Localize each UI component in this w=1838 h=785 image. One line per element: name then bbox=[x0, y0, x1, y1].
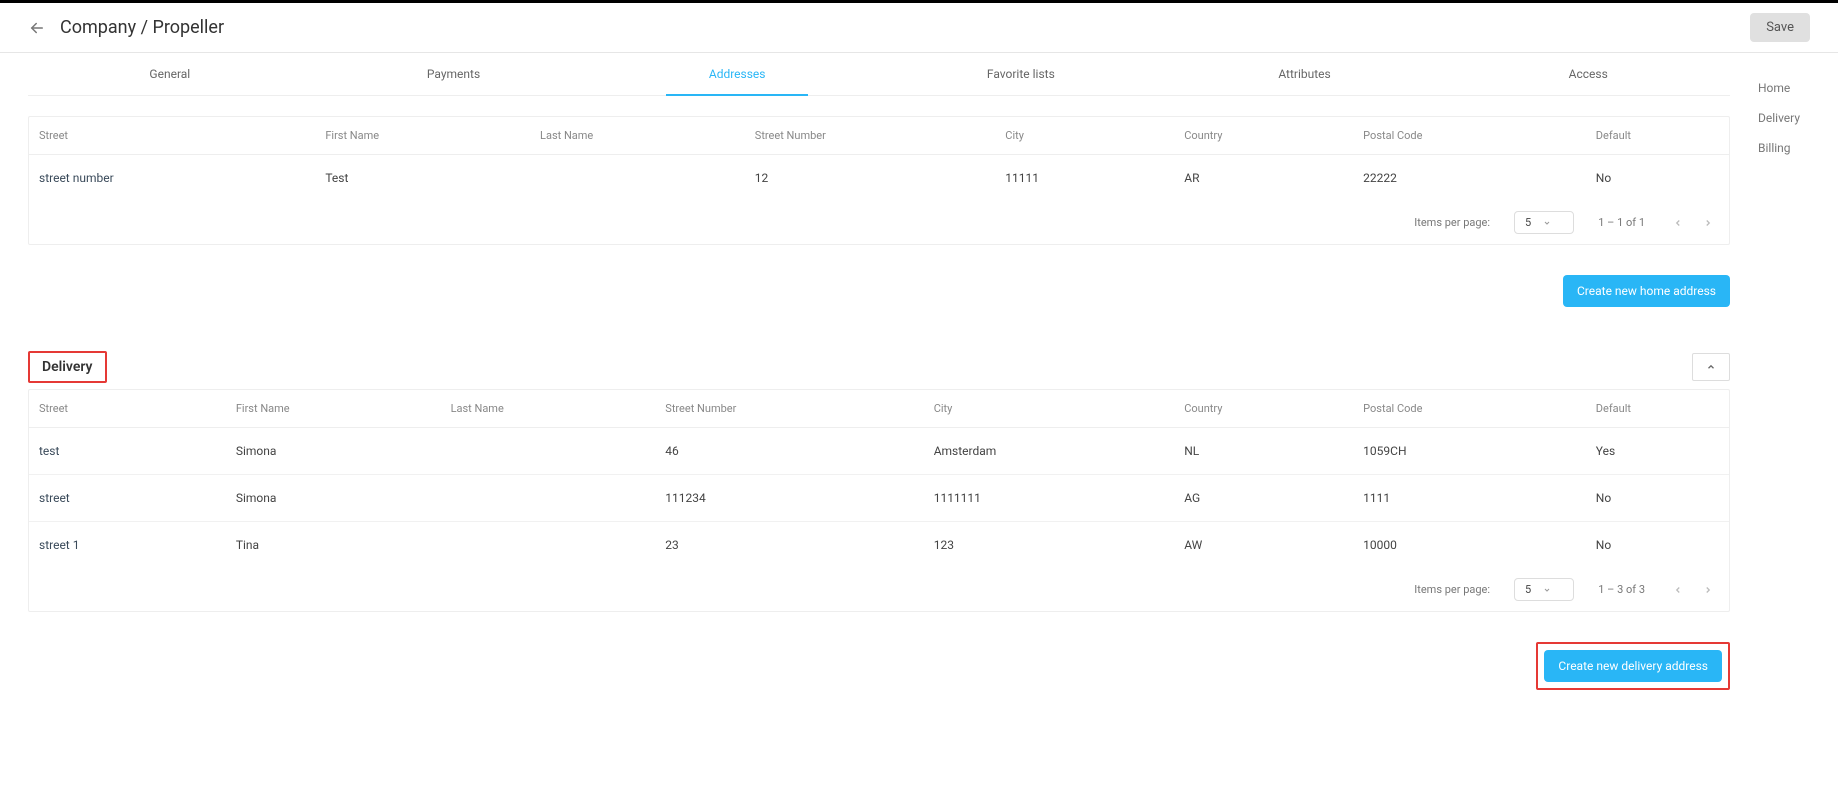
col-country: Country bbox=[1174, 117, 1353, 155]
create-home-address-button[interactable]: Create new home address bbox=[1563, 275, 1730, 307]
tab-addresses[interactable]: Addresses bbox=[595, 53, 879, 95]
items-per-page-label: Items per page: bbox=[1414, 583, 1490, 596]
side-nav-home[interactable]: Home bbox=[1758, 73, 1838, 103]
items-per-page-label: Items per page: bbox=[1414, 216, 1490, 229]
table-row[interactable]: street number Test 12 11111 AR 22222 No bbox=[29, 155, 1729, 202]
create-delivery-address-button[interactable]: Create new delivery address bbox=[1544, 650, 1722, 682]
tab-general[interactable]: General bbox=[28, 53, 312, 95]
col-first-name: First Name bbox=[315, 117, 530, 155]
next-page-button[interactable] bbox=[1699, 214, 1717, 232]
delivery-address-table: Street First Name Last Name Street Numbe… bbox=[29, 390, 1729, 568]
chevron-up-icon bbox=[1706, 362, 1716, 372]
table-row[interactable]: street Simona 111234 1111111 AG 1111 No bbox=[29, 475, 1729, 522]
col-default: Default bbox=[1586, 390, 1729, 428]
side-nav-billing[interactable]: Billing bbox=[1758, 133, 1838, 163]
items-per-page-select[interactable]: 5 bbox=[1514, 211, 1574, 234]
col-street: Street bbox=[29, 390, 226, 428]
col-first-name: First Name bbox=[226, 390, 441, 428]
home-address-card: Street First Name Last Name Street Numbe… bbox=[28, 116, 1730, 245]
tab-payments[interactable]: Payments bbox=[312, 53, 596, 95]
side-nav-delivery[interactable]: Delivery bbox=[1758, 103, 1838, 133]
tab-favorite-lists[interactable]: Favorite lists bbox=[879, 53, 1163, 95]
delivery-section-header: Delivery bbox=[28, 337, 1730, 389]
col-default: Default bbox=[1586, 117, 1729, 155]
table-row[interactable]: test Simona 46 Amsterdam NL 1059CH Yes bbox=[29, 428, 1729, 475]
page-title: Company / Propeller bbox=[60, 17, 224, 38]
col-last-name: Last Name bbox=[530, 117, 745, 155]
side-nav: Home Delivery Billing bbox=[1758, 53, 1838, 730]
home-table-footer: Items per page: 5 1 – 1 of 1 bbox=[29, 201, 1729, 244]
tabs-bar: General Payments Addresses Favorite list… bbox=[28, 53, 1730, 96]
tab-attributes[interactable]: Attributes bbox=[1163, 53, 1447, 95]
delivery-section-title: Delivery bbox=[28, 351, 107, 383]
table-row[interactable]: street 1 Tina 23 123 AW 10000 No bbox=[29, 522, 1729, 569]
col-postal-code: Postal Code bbox=[1353, 117, 1586, 155]
prev-page-button[interactable] bbox=[1669, 214, 1687, 232]
col-street: Street bbox=[29, 117, 315, 155]
tab-access[interactable]: Access bbox=[1446, 53, 1730, 95]
pager-range: 1 – 3 of 3 bbox=[1598, 583, 1645, 596]
col-postal-code: Postal Code bbox=[1353, 390, 1586, 428]
col-street-number: Street Number bbox=[745, 117, 996, 155]
col-city: City bbox=[995, 117, 1174, 155]
page-header: Company / Propeller Save bbox=[0, 3, 1838, 53]
home-address-table: Street First Name Last Name Street Numbe… bbox=[29, 117, 1729, 201]
next-page-button[interactable] bbox=[1699, 581, 1717, 599]
pager-range: 1 – 1 of 1 bbox=[1598, 216, 1645, 229]
back-arrow-icon[interactable] bbox=[28, 19, 46, 37]
delivery-address-card: Street First Name Last Name Street Numbe… bbox=[28, 389, 1730, 612]
col-city: City bbox=[924, 390, 1175, 428]
chevron-down-icon bbox=[1543, 586, 1551, 594]
save-button[interactable]: Save bbox=[1750, 13, 1810, 42]
chevron-down-icon bbox=[1543, 219, 1551, 227]
col-street-number: Street Number bbox=[655, 390, 923, 428]
delivery-table-footer: Items per page: 5 1 – 3 of 3 bbox=[29, 568, 1729, 611]
col-last-name: Last Name bbox=[441, 390, 656, 428]
items-per-page-select[interactable]: 5 bbox=[1514, 578, 1574, 601]
col-country: Country bbox=[1174, 390, 1353, 428]
prev-page-button[interactable] bbox=[1669, 581, 1687, 599]
collapse-delivery-button[interactable] bbox=[1692, 353, 1730, 381]
